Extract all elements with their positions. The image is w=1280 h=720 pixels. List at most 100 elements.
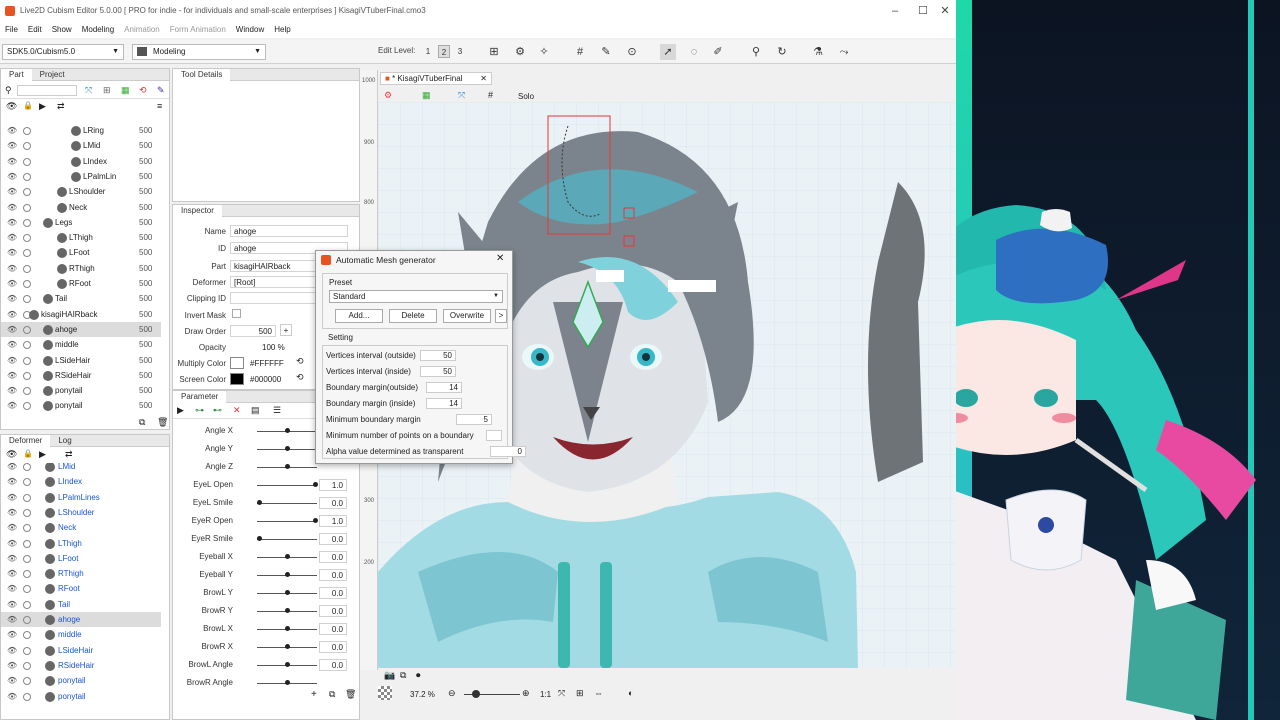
zoom-slider-knob[interactable] [472,690,480,698]
visibility-toggle[interactable] [23,524,31,533]
eye-icon[interactable]: 👁 [7,398,17,413]
parameter-row[interactable]: Eyeball X 0.0 [175,548,350,566]
deformer-row[interactable]: 👁 RSideHair [1,658,161,673]
multiply-color-value[interactable]: #FFFFFF [250,359,284,368]
deformer-row[interactable]: 👁 LThigh [1,536,161,551]
parameter-row[interactable]: EyeL Smile 0.0 [175,494,350,512]
parameter-slider-knob[interactable] [285,572,290,577]
menu-icon[interactable]: ≡ [157,101,162,111]
swap-icon[interactable]: ⇄ [57,101,65,112]
parameter-value[interactable]: 0.0 [319,497,347,509]
auto-generate-icon[interactable]: ✧ [536,44,552,60]
lasso-icon[interactable]: ◌ [686,44,702,60]
part-row[interactable]: 👁 Tail 500 [1,291,161,306]
close-icon[interactable]: ✕ [480,73,487,85]
play-icon[interactable]: ▶ [39,449,46,460]
draw-order-field[interactable]: 500 [230,325,276,337]
eye-icon[interactable]: 👁 [6,449,17,460]
setting-value[interactable]: 50 [420,350,456,361]
arrow-select-icon[interactable]: ➚ [660,44,676,60]
name-field[interactable]: ahoge [230,225,348,237]
eye-icon[interactable]: 👁 [7,200,17,215]
visibility-toggle[interactable] [23,234,31,243]
solo-toggle[interactable]: Solo [518,92,534,101]
tab-log[interactable]: Log [50,435,79,447]
screenshot-icon[interactable]: ⧉ [400,670,406,681]
pen-icon[interactable]: ✎ [598,44,614,60]
parameter-row[interactable]: BrowR X 0.0 [175,638,350,656]
center-icon[interactable]: ⊞ [576,688,584,699]
menu-form-animation[interactable]: Form Animation [165,22,231,38]
keys-icon[interactable]: ⊷ [213,405,222,416]
eye-icon[interactable]: 👁 [7,154,17,169]
part-row[interactable]: 👁 kisagiHAIRback 500 [1,307,161,322]
visibility-toggle[interactable] [23,188,31,197]
parameter-slider-knob[interactable] [285,446,290,451]
visibility-toggle[interactable] [23,554,31,563]
eye-icon[interactable]: 👁 [7,230,17,245]
eye-icon[interactable]: 👁 [7,490,17,505]
eye-icon[interactable]: 👁 [7,597,17,612]
swap-icon[interactable]: ⇄ [65,449,73,460]
parameter-value[interactable]: 0.0 [319,533,347,545]
brush-icon[interactable]: ✐ [710,44,726,60]
parameter-row[interactable]: BrowL X 0.0 [175,620,350,638]
deformer-row[interactable]: 👁 LFoot [1,551,161,566]
visibility-toggle[interactable] [23,341,31,350]
parameter-slider-knob[interactable] [285,464,290,469]
eye-icon[interactable]: 👁 [7,658,17,673]
expand-icon[interactable]: ⊞ [103,85,111,96]
visibility-toggle[interactable] [23,508,31,517]
deformer-row[interactable]: 👁 ponytail [1,673,161,688]
eye-icon[interactable]: 👁 [7,643,17,658]
part-row[interactable]: 👁 LThigh 500 [1,230,161,245]
eye-icon[interactable]: 👁 [7,627,17,642]
eye-icon[interactable]: 👁 [7,612,17,627]
preset-select[interactable]: Standard ▼ [329,290,503,303]
visibility-toggle[interactable] [23,203,31,212]
menu-window[interactable]: Window [231,22,269,38]
deformer-row[interactable]: 👁 ponytail [1,689,161,704]
opacity-value[interactable]: 100 % [262,343,285,352]
part-row[interactable]: 👁 RFoot 500 [1,276,161,291]
grid-icon[interactable]: # [572,44,588,60]
part-row[interactable]: 👁 ponytail 500 [1,398,161,413]
deformer-row[interactable]: 👁 LMid [1,463,161,474]
deformer-row[interactable]: 👁 Neck [1,520,161,535]
part-row[interactable]: 👁 RSideHair 500 [1,368,161,383]
copy-icon[interactable]: ⧉ [139,417,145,428]
visibility-toggle[interactable] [23,600,31,609]
part-row[interactable]: 👁 RThigh 500 [1,261,161,276]
path-icon[interactable]: ⤳ [836,44,852,60]
setting-value[interactable]: 14 [426,382,462,393]
parameter-slider-knob[interactable] [313,518,318,523]
draw-order-plus-icon[interactable]: + [280,324,292,336]
part-row[interactable]: 👁 LPalmLin 500 [1,169,161,184]
part-row[interactable]: 👁 LMid 500 [1,138,161,153]
glue-icon[interactable]: ⊙ [624,44,640,60]
eyedropper-icon[interactable]: ⚗ [810,44,826,60]
visibility-toggle[interactable] [23,616,31,624]
setting-value[interactable] [486,430,502,441]
deformer-row[interactable]: 👁 ahoge [1,612,161,628]
visibility-toggle[interactable] [23,677,31,686]
visibility-toggle[interactable] [23,325,31,334]
visibility-toggle[interactable] [23,387,31,396]
visibility-toggle[interactable] [23,493,31,502]
zoom-in-icon[interactable]: ⊕ [522,688,530,699]
canvas-tab[interactable]: ■ * KisagiVTuberFinal ✕ [380,72,492,85]
parameter-value[interactable]: 0.0 [319,569,347,581]
eye-icon[interactable]: 👁 [7,566,17,581]
eye-icon[interactable]: 👁 [7,276,17,291]
deformer-row[interactable]: 👁 LSideHair [1,643,161,658]
menu-show[interactable]: Show [47,22,77,38]
parameter-slider-knob[interactable] [285,428,290,433]
part-row[interactable]: 👁 LRing 500 [1,123,161,138]
flip-icon[interactable]: ⇔ [594,688,603,698]
eye-icon[interactable]: 👁 [7,261,17,276]
part-row[interactable]: 👁 LFoot 500 [1,245,161,260]
parameter-value[interactable]: 0.0 [319,623,347,635]
eye-icon[interactable]: 👁 [7,169,17,184]
parameter-row[interactable]: BrowR Y 0.0 [175,602,350,620]
parameter-row[interactable]: EyeR Smile 0.0 [175,530,350,548]
